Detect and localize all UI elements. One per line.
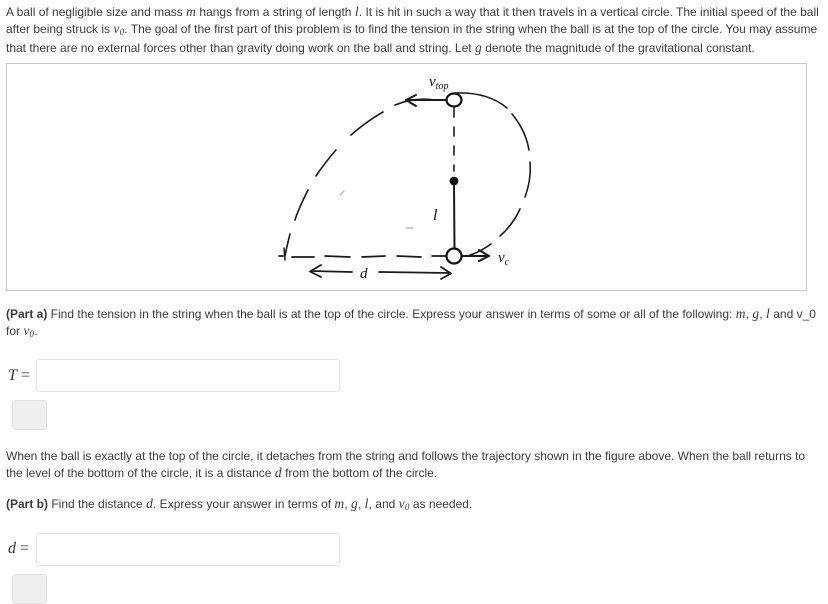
problem-statement: A ball of negligible size and mass m han… xyxy=(6,4,820,56)
part-a-answer-input[interactable] xyxy=(36,359,340,393)
part-b-text-4: as needed. xyxy=(409,497,473,512)
stray-marks xyxy=(339,190,414,230)
label-l: l xyxy=(433,207,438,224)
part-b-var-d: d xyxy=(146,496,154,512)
part-b-text-2: . Express your answer in terms of xyxy=(153,497,335,512)
projectile-trajectory xyxy=(284,98,436,258)
intro-text-1: A ball of negligible size and mass xyxy=(6,5,187,19)
part-a-submit-button[interactable] xyxy=(12,400,47,431)
ball-bottom xyxy=(445,247,463,266)
middle-var-d: d xyxy=(274,464,282,480)
part-a-var-m: m xyxy=(735,306,746,322)
middle-text-2: from the bottom of the circle. xyxy=(281,465,438,480)
part-a-answer-symbol: T xyxy=(8,366,17,384)
ground-tick-left xyxy=(283,247,286,262)
part-b-submit-button[interactable] xyxy=(12,573,47,604)
part-a-answer-row: T = xyxy=(6,359,820,393)
label-v-top: vtop xyxy=(429,74,448,92)
part-a-label: (Part a) xyxy=(6,307,48,322)
part-a-comma-2: , xyxy=(759,307,766,322)
part-a-answer-label: T = xyxy=(6,367,36,385)
part-b-answer-row: d = xyxy=(6,532,820,566)
problem-page: A ball of negligible size and mass m han… xyxy=(0,0,828,604)
part-b-var-g: g xyxy=(351,496,358,512)
middle-explanation: When the ball is exactly at the top of t… xyxy=(6,448,820,481)
variable-v0: v0 xyxy=(113,21,124,37)
velocity-bottom-arrow xyxy=(462,249,490,263)
part-a-question: (Part a) Find the tension in the string … xyxy=(6,306,820,342)
figure-container: vtop vc l d xyxy=(6,63,807,292)
part-b-text-3: , and xyxy=(368,497,399,512)
velocity-top-arrow xyxy=(405,94,446,108)
variable-g: g xyxy=(474,39,482,55)
part-b-var-m: m xyxy=(334,496,345,512)
part-b-equals-sign: = xyxy=(16,540,30,558)
variable-m: m xyxy=(186,4,197,19)
part-a-period: . xyxy=(34,323,38,338)
part-b-text-1: Find the distance xyxy=(48,497,147,512)
part-a-var-v0: v0 xyxy=(23,323,34,339)
ground-line xyxy=(278,255,450,259)
label-d: d xyxy=(360,266,368,282)
physics-diagram: vtop vc l d xyxy=(278,74,532,282)
intro-text-2: hangs from a string of length xyxy=(196,5,355,19)
distance-d-arrow xyxy=(309,264,452,281)
part-a-equals-sign: = xyxy=(16,366,30,384)
circle-trajectory xyxy=(453,92,532,257)
string-line xyxy=(453,183,456,252)
part-b-comma-2: , xyxy=(358,497,365,512)
label-v-c: vc xyxy=(498,250,510,268)
part-b-question: (Part b) Find the distance d. Express yo… xyxy=(6,496,820,515)
part-b-var-v0: v0 xyxy=(399,496,410,512)
part-a-text-1: Find the tension in the string when the … xyxy=(47,307,736,322)
ball-top xyxy=(445,92,463,109)
part-b-answer-label: d = xyxy=(6,540,36,558)
part-b-answer-input[interactable] xyxy=(36,532,340,566)
intro-text-5: denote the magnitude of the gravitationa… xyxy=(481,40,755,55)
part-b-label: (Part b) xyxy=(6,497,48,512)
part-b-answer-symbol: d xyxy=(8,540,16,558)
